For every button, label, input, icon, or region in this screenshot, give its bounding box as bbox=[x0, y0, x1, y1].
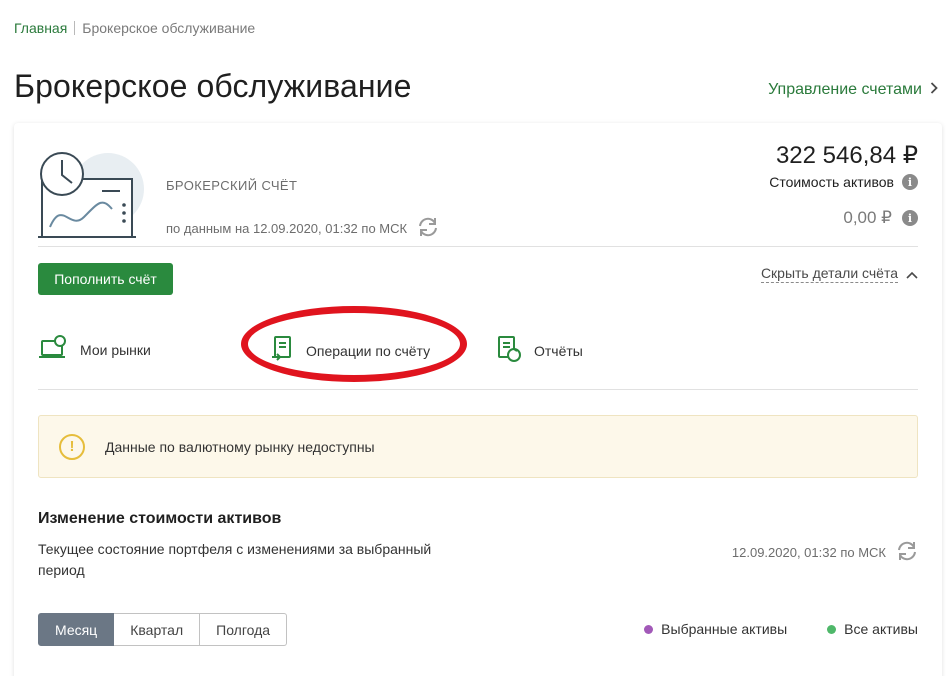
info-icon[interactable]: i bbox=[902, 174, 918, 190]
period-month-button[interactable]: Месяц bbox=[38, 613, 115, 646]
legend-all-assets[interactable]: Все активы bbox=[827, 621, 918, 637]
secondary-value: 0,00 ₽ i bbox=[843, 208, 918, 228]
asset-change-description: Текущее состояние портфеля с изменениями… bbox=[38, 541, 432, 578]
warning-banner: ! Данные по валютному рынку недоступны bbox=[38, 415, 918, 478]
account-date-info: по данным на 12.09.2020, 01:32 по МСК bbox=[166, 217, 439, 240]
secondary-value-text: 0,00 ₽ bbox=[843, 208, 892, 227]
manage-accounts-label: Управление счетами bbox=[768, 81, 922, 98]
period-half-year-button[interactable]: Полгода bbox=[200, 613, 288, 646]
top-up-button[interactable]: Пополнить счёт bbox=[38, 263, 173, 295]
tab-label: Операции по счёту bbox=[306, 342, 431, 359]
chevron-right-icon bbox=[930, 81, 938, 99]
assets-label-text: Стоимость активов bbox=[769, 174, 894, 190]
tab-label: Отчёты bbox=[534, 342, 583, 359]
chart-legend: Выбранные активы Все активы bbox=[644, 621, 918, 637]
account-tabs: Мои рынки Операции по счёту Отчёты bbox=[38, 335, 918, 367]
period-selector: Месяц Квартал Полгода bbox=[38, 613, 288, 646]
asset-change-date: 12.09.2020, 01:32 по МСК bbox=[732, 541, 918, 564]
manage-accounts-link[interactable]: Управление счетами bbox=[768, 81, 938, 99]
refresh-icon[interactable] bbox=[417, 217, 439, 240]
account-card: БРОКЕРСКИЙ СЧЁТ по данным на 12.09.2020,… bbox=[14, 123, 942, 676]
legend-selected-assets[interactable]: Выбранные активы bbox=[644, 621, 787, 637]
account-type-label: БРОКЕРСКИЙ СЧЁТ bbox=[166, 178, 298, 193]
document-transfer-icon bbox=[270, 335, 294, 366]
breadcrumb-home-link[interactable]: Главная bbox=[14, 20, 67, 36]
breadcrumb: Главная Брокерское обслуживание bbox=[14, 20, 255, 36]
hide-details-label: Скрыть детали счёта bbox=[760, 265, 898, 283]
legend-label: Выбранные активы bbox=[661, 621, 788, 637]
report-refresh-icon bbox=[496, 335, 522, 366]
refresh-icon[interactable] bbox=[896, 541, 918, 564]
laptop-user-icon bbox=[38, 335, 68, 364]
breadcrumb-current: Брокерское обслуживание bbox=[82, 20, 256, 36]
warning-icon: ! bbox=[59, 433, 85, 460]
account-balance: 322 546,84 ₽ bbox=[775, 142, 918, 169]
asset-change-title: Изменение стоимости активов bbox=[38, 510, 282, 527]
legend-dot bbox=[644, 624, 654, 634]
asset-change-date-text: 12.09.2020, 01:32 по МСК bbox=[731, 545, 886, 560]
tab-account-operations[interactable]: Операции по счёту bbox=[270, 335, 430, 366]
tab-reports[interactable]: Отчёты bbox=[496, 335, 583, 366]
account-date-text: по данным на 12.09.2020, 01:32 по МСК bbox=[166, 221, 408, 236]
legend-dot bbox=[827, 624, 837, 634]
info-icon[interactable]: i bbox=[902, 210, 918, 226]
assets-value-label: Стоимость активов i bbox=[769, 174, 918, 190]
divider bbox=[38, 389, 918, 390]
divider bbox=[38, 246, 918, 247]
legend-label: Все активы bbox=[844, 621, 918, 637]
tab-my-markets[interactable]: Мои рынки bbox=[38, 335, 151, 364]
chevron-up-icon bbox=[906, 266, 918, 282]
warning-text: Данные по валютному рынку недоступны bbox=[105, 438, 375, 455]
breadcrumb-separator bbox=[74, 21, 76, 35]
period-quarter-button[interactable]: Квартал bbox=[114, 613, 201, 646]
broker-account-illustration bbox=[36, 139, 146, 243]
hide-details-link[interactable]: Скрыть детали счёта bbox=[760, 265, 918, 283]
page-title: Брокерское обслуживание bbox=[14, 68, 412, 104]
tab-label: Мои рынки bbox=[80, 341, 151, 358]
